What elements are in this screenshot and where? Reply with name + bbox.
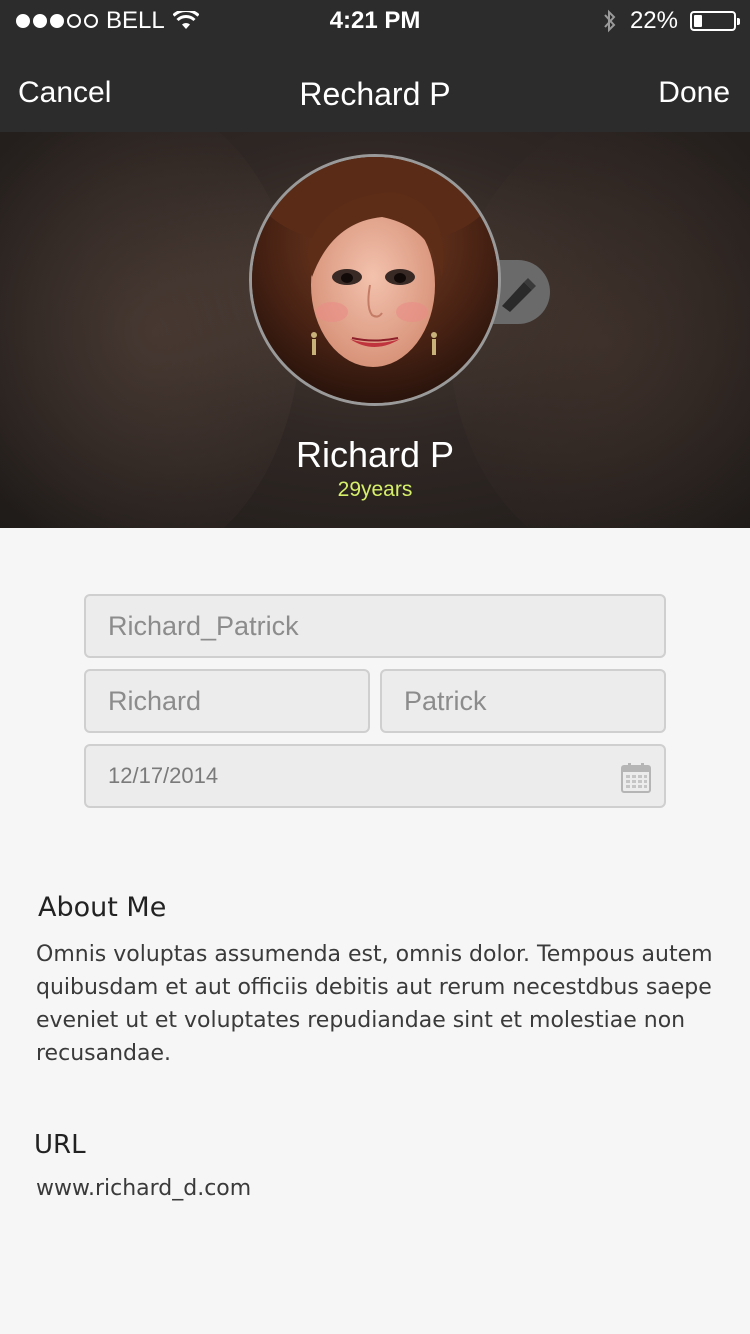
last-name-field[interactable]: Patrick xyxy=(380,669,666,733)
avatar[interactable] xyxy=(249,154,501,406)
username-value: Richard_Patrick xyxy=(108,610,299,641)
nav-title: Rechard P xyxy=(299,76,451,112)
first-name-field[interactable]: Richard xyxy=(84,669,370,733)
done-button[interactable]: Done xyxy=(658,76,730,110)
profile-age: 29years xyxy=(337,478,413,501)
about-me-text[interactable]: Omnis voluptas assumenda est, omnis dolo… xyxy=(36,938,726,1070)
bluetooth-icon xyxy=(604,9,616,33)
calendar-icon[interactable] xyxy=(620,762,652,794)
battery-percent: 22% xyxy=(629,7,678,34)
battery-nub xyxy=(737,18,740,25)
navigation-bar: Cancel Rechard P Done xyxy=(0,60,750,126)
birthdate-value: 12/17/2014 xyxy=(108,763,219,788)
first-name-value: Richard xyxy=(108,685,202,716)
battery-icon xyxy=(690,11,740,31)
birthdate-field[interactable]: 12/17/2014 xyxy=(84,744,666,808)
battery-fill xyxy=(694,15,702,27)
url-heading: URL xyxy=(34,1130,86,1160)
username-field[interactable]: Richard_Patrick xyxy=(84,594,666,658)
last-name-value: Patrick xyxy=(404,685,487,716)
status-right: 22% xyxy=(602,7,740,35)
top-bar: BELL 4:21 PM 22% Cancel Rechard P Done xyxy=(0,0,750,132)
status-bar: BELL 4:21 PM 22% xyxy=(0,0,750,42)
about-me-heading: About Me xyxy=(38,892,167,923)
profile-header: Richard P 29years xyxy=(0,132,750,528)
profile-name: Richard P xyxy=(295,434,455,475)
avatar-image xyxy=(252,157,498,403)
url-value[interactable]: www.richard_d.com xyxy=(36,1176,251,1201)
